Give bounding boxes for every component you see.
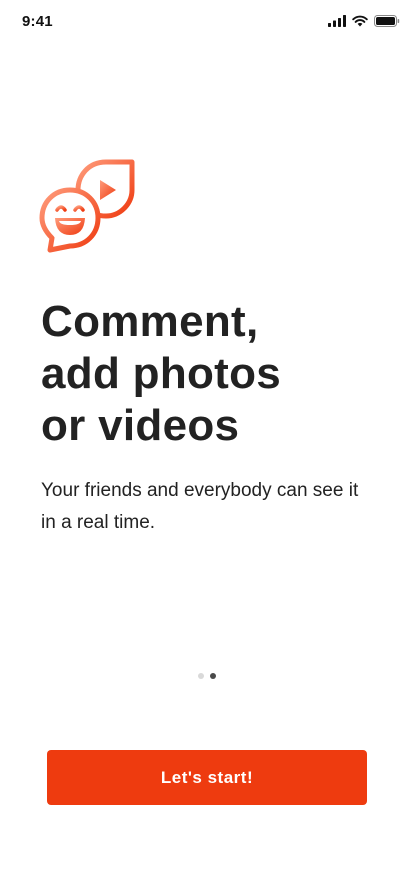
wifi-icon: [352, 15, 368, 27]
signal-icon: [328, 15, 346, 27]
page-dot-1[interactable]: [198, 673, 204, 679]
title-line: Comment,: [41, 297, 259, 346]
title-line: or videos: [41, 401, 240, 450]
onboarding-subtitle: Your friends and everybody can see it in…: [41, 480, 359, 533]
status-time: 9:41: [22, 13, 53, 30]
page-indicator: [0, 673, 414, 679]
battery-icon: [374, 15, 400, 27]
title-line: add photos: [41, 349, 282, 398]
onboarding-title: Comment, add photos or videos: [41, 296, 381, 452]
page-dot-2[interactable]: [210, 673, 216, 679]
smiley-chat-bubble-icon: [39, 187, 101, 253]
chat-illustration: [38, 158, 136, 254]
status-bar: 9:41: [0, 0, 414, 44]
lets-start-button[interactable]: Let's start!: [47, 750, 367, 805]
status-icons: [328, 15, 400, 27]
